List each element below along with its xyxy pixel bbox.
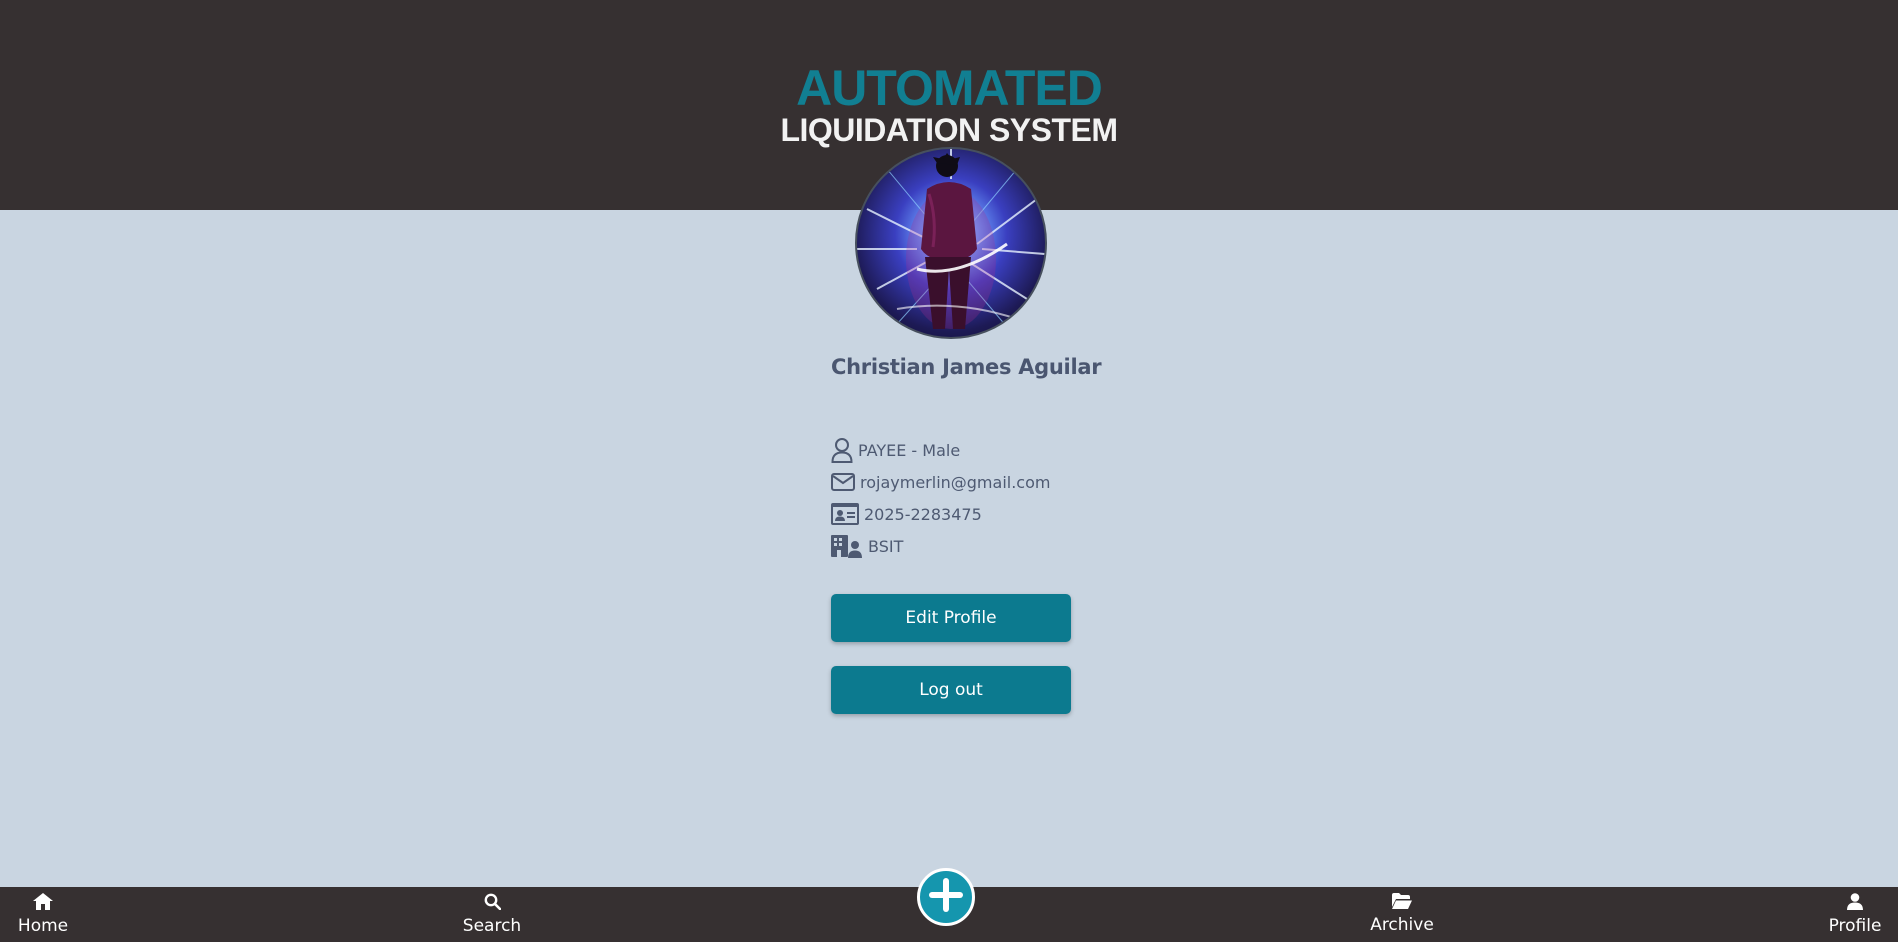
add-button[interactable]	[917, 868, 975, 926]
logout-button[interactable]: Log out	[831, 666, 1071, 714]
avatar-image	[857, 149, 1045, 329]
edit-profile-button[interactable]: Edit Profile	[831, 594, 1071, 642]
brand-title-line1: AUTOMATED	[796, 60, 1103, 116]
info-row-program: BSIT	[831, 532, 903, 560]
avatar	[855, 147, 1047, 339]
nav-home[interactable]: Home	[18, 893, 68, 936]
program-text: BSIT	[868, 536, 904, 556]
nav-home-label: Home	[17, 916, 69, 936]
search-icon	[484, 893, 501, 915]
role-gender-text: PAYEE - Male	[858, 440, 961, 460]
id-card-icon	[831, 503, 859, 525]
user-outline-icon	[831, 437, 853, 463]
plus-icon	[927, 876, 965, 919]
nav-search-label: Search	[462, 916, 522, 936]
envelope-icon	[831, 472, 855, 492]
building-user-icon	[831, 533, 863, 559]
nav-profile[interactable]: Profile	[1826, 893, 1884, 936]
nav-archive-label: Archive	[1370, 915, 1434, 935]
id-number-text: 2025-2283475	[864, 504, 982, 524]
info-row-email: rojaymerlin@gmail.com	[831, 468, 1050, 496]
nav-archive[interactable]: Archive	[1370, 893, 1434, 935]
brand-title-line2: LIQUIDATION SYSTEM	[780, 112, 1118, 148]
email-text: rojaymerlin@gmail.com	[860, 472, 1051, 492]
profile-name: Christian James Aguilar	[831, 355, 1102, 379]
home-icon	[33, 893, 53, 915]
nav-profile-label: Profile	[1828, 916, 1882, 936]
folder-open-icon	[1392, 893, 1412, 914]
nav-search[interactable]: Search	[462, 893, 522, 936]
user-icon	[1847, 893, 1863, 915]
info-row-id: 2025-2283475	[831, 500, 982, 528]
info-row-role: PAYEE - Male	[831, 436, 960, 464]
